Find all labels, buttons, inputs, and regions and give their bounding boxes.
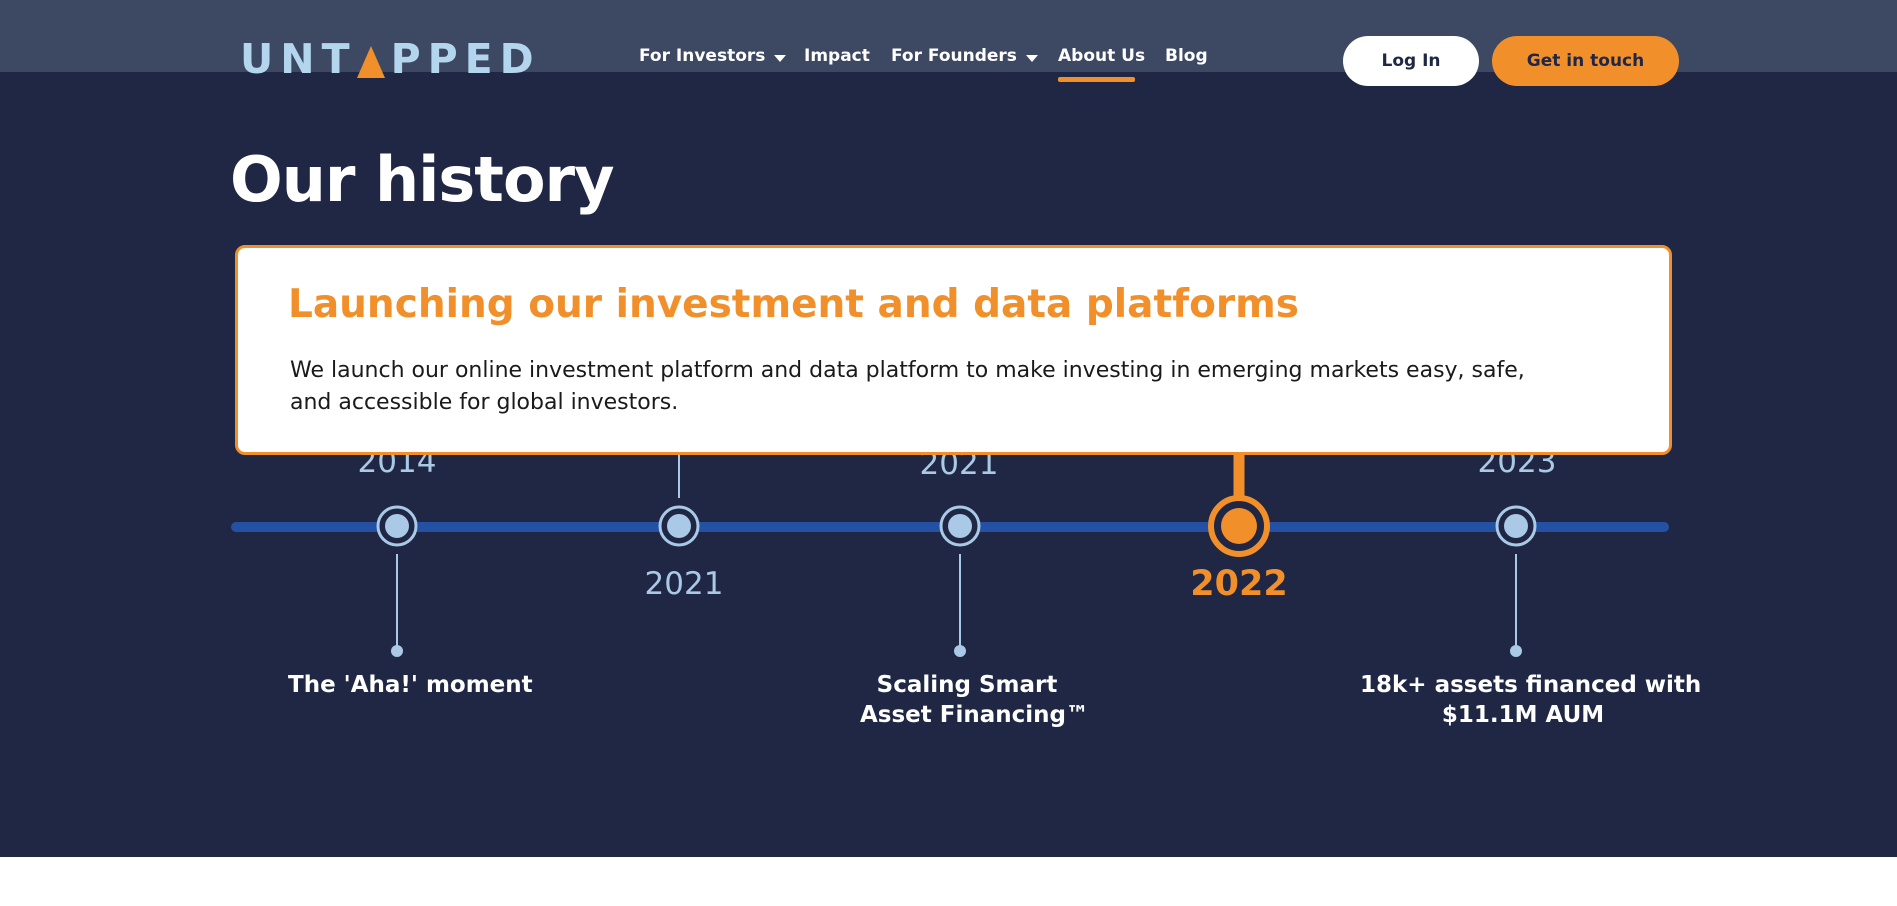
milestone-line: Scaling Smart [876, 672, 1058, 698]
timeline-node-2022-active[interactable] [1208, 495, 1270, 557]
milestone-line: $11.1M AUM [1441, 702, 1605, 728]
milestone-caption: 18k+ assets financed with $11.1M AUM [1360, 670, 1702, 730]
timeline-stem-dot [954, 645, 966, 657]
timeline-node-2023[interactable] [1495, 505, 1537, 547]
milestone-caption: The 'Aha!' moment [288, 670, 533, 700]
milestone-caption: Scaling Smart Asset Financing™ [860, 670, 1090, 730]
timeline-year-label-active: 2022 [1190, 564, 1288, 604]
milestone-line: The 'Aha!' moment [288, 672, 533, 698]
timeline-stem-dot [1510, 645, 1522, 657]
milestone-line: 18k+ assets financed with [1360, 672, 1702, 698]
timeline-year-label: 2021 [644, 566, 724, 602]
timeline-node-2014[interactable] [376, 505, 418, 547]
card-body: We launch our online investment platform… [290, 358, 1525, 415]
milestone-line: Asset Financing™ [860, 702, 1090, 728]
timeline-node-2021[interactable] [658, 505, 700, 547]
timeline-stem-dot [391, 645, 403, 657]
timeline-node-2021-b[interactable] [939, 505, 981, 547]
card-title: Launching our investment and data platfo… [288, 282, 1299, 327]
milestone-detail-card: Launching our investment and data platfo… [235, 245, 1672, 455]
